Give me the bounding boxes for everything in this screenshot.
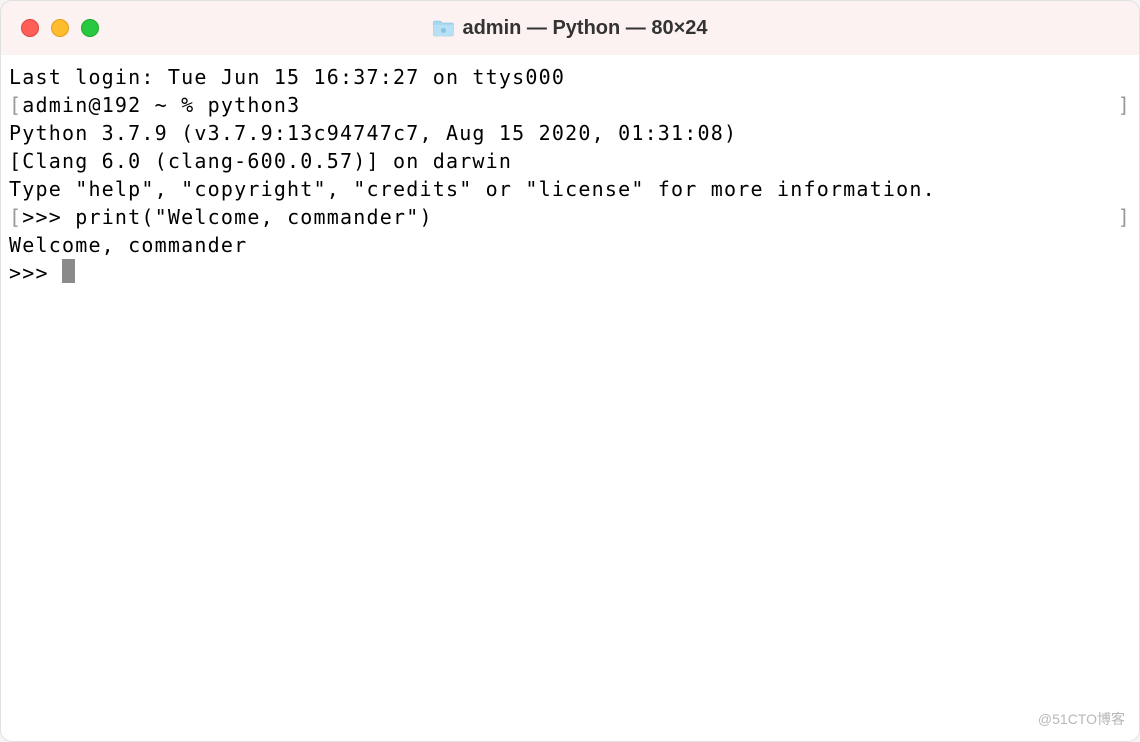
bracket-right-icon: ]	[1118, 91, 1131, 119]
shell-command: admin@192 ~ % python3	[22, 91, 1118, 119]
terminal-window: admin — Python — 80×24 Last login: Tue J…	[0, 0, 1140, 742]
traffic-lights	[21, 19, 99, 37]
repl-command: >>> print("Welcome, commander")	[22, 203, 1118, 231]
terminal-line-shell-prompt: [ admin@192 ~ % python3 ]	[9, 91, 1131, 119]
terminal-line-repl-prompt: >>>	[9, 259, 1131, 287]
minimize-button[interactable]	[51, 19, 69, 37]
terminal-line-repl-cmd: [ >>> print("Welcome, commander") ]	[9, 203, 1131, 231]
terminal-line-last-login: Last login: Tue Jun 15 16:37:27 on ttys0…	[9, 63, 1131, 91]
bracket-left-icon: [	[9, 91, 22, 119]
zoom-button[interactable]	[81, 19, 99, 37]
terminal-line-help: Type "help", "copyright", "credits" or "…	[9, 175, 1131, 203]
bracket-right-icon: ]	[1118, 203, 1131, 231]
cursor-icon	[62, 259, 75, 283]
close-button[interactable]	[21, 19, 39, 37]
watermark: @51CTO博客	[1038, 705, 1125, 733]
window-title-text: admin — Python — 80×24	[462, 17, 707, 40]
window-title: admin — Python — 80×24	[432, 17, 707, 40]
terminal-line-python-version: Python 3.7.9 (v3.7.9:13c94747c7, Aug 15 …	[9, 119, 1131, 147]
bracket-left-icon: [	[9, 203, 22, 231]
terminal-line-output: Welcome, commander	[9, 231, 1131, 259]
folder-icon	[432, 19, 454, 37]
terminal-line-clang: [Clang 6.0 (clang-600.0.57)] on darwin	[9, 147, 1131, 175]
repl-prompt-text: >>>	[9, 261, 62, 285]
terminal-body[interactable]: Last login: Tue Jun 15 16:37:27 on ttys0…	[1, 55, 1139, 741]
titlebar: admin — Python — 80×24	[1, 1, 1139, 55]
